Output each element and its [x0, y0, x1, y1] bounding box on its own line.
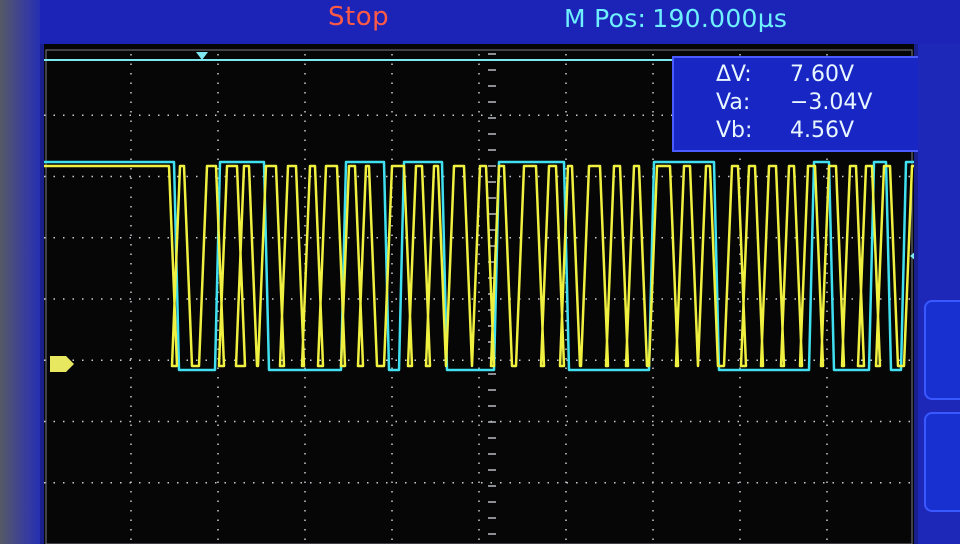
side-menu-button-2[interactable]: [924, 412, 960, 512]
main-position-label: M Pos:: [564, 4, 647, 33]
side-menu-button-1[interactable]: [924, 300, 960, 400]
cursor-delta-row: ΔV: 7.60V: [716, 62, 854, 87]
cursor-delta-value: 7.60V: [790, 62, 855, 87]
cursor-b-row: Vb: 4.56V: [716, 118, 854, 143]
cursor-b-value: 4.56V: [790, 118, 855, 143]
cursor-a-label: Va:: [716, 90, 751, 115]
status-bar: Stop M Pos: 190.000µs: [40, 0, 960, 44]
main-position-readout: M Pos: 190.000µs: [564, 4, 787, 33]
main-position-value: 190.000µs: [652, 4, 788, 33]
cursor-a-row: Va: −3.04V: [716, 90, 872, 115]
cursor-delta-label: ΔV:: [716, 62, 752, 87]
scope-bezel: [0, 0, 40, 544]
cursor-measurement-panel: ΔV: 7.60V Va: −3.04V Vb: 4.56V: [672, 56, 934, 152]
channel-ground-marker: [50, 356, 74, 372]
cursor-b-label: Vb:: [716, 118, 753, 143]
cursor-a-value: −3.04V: [790, 90, 873, 115]
trigger-position-marker: [196, 52, 208, 60]
run-state-indicator[interactable]: Stop: [328, 2, 389, 32]
